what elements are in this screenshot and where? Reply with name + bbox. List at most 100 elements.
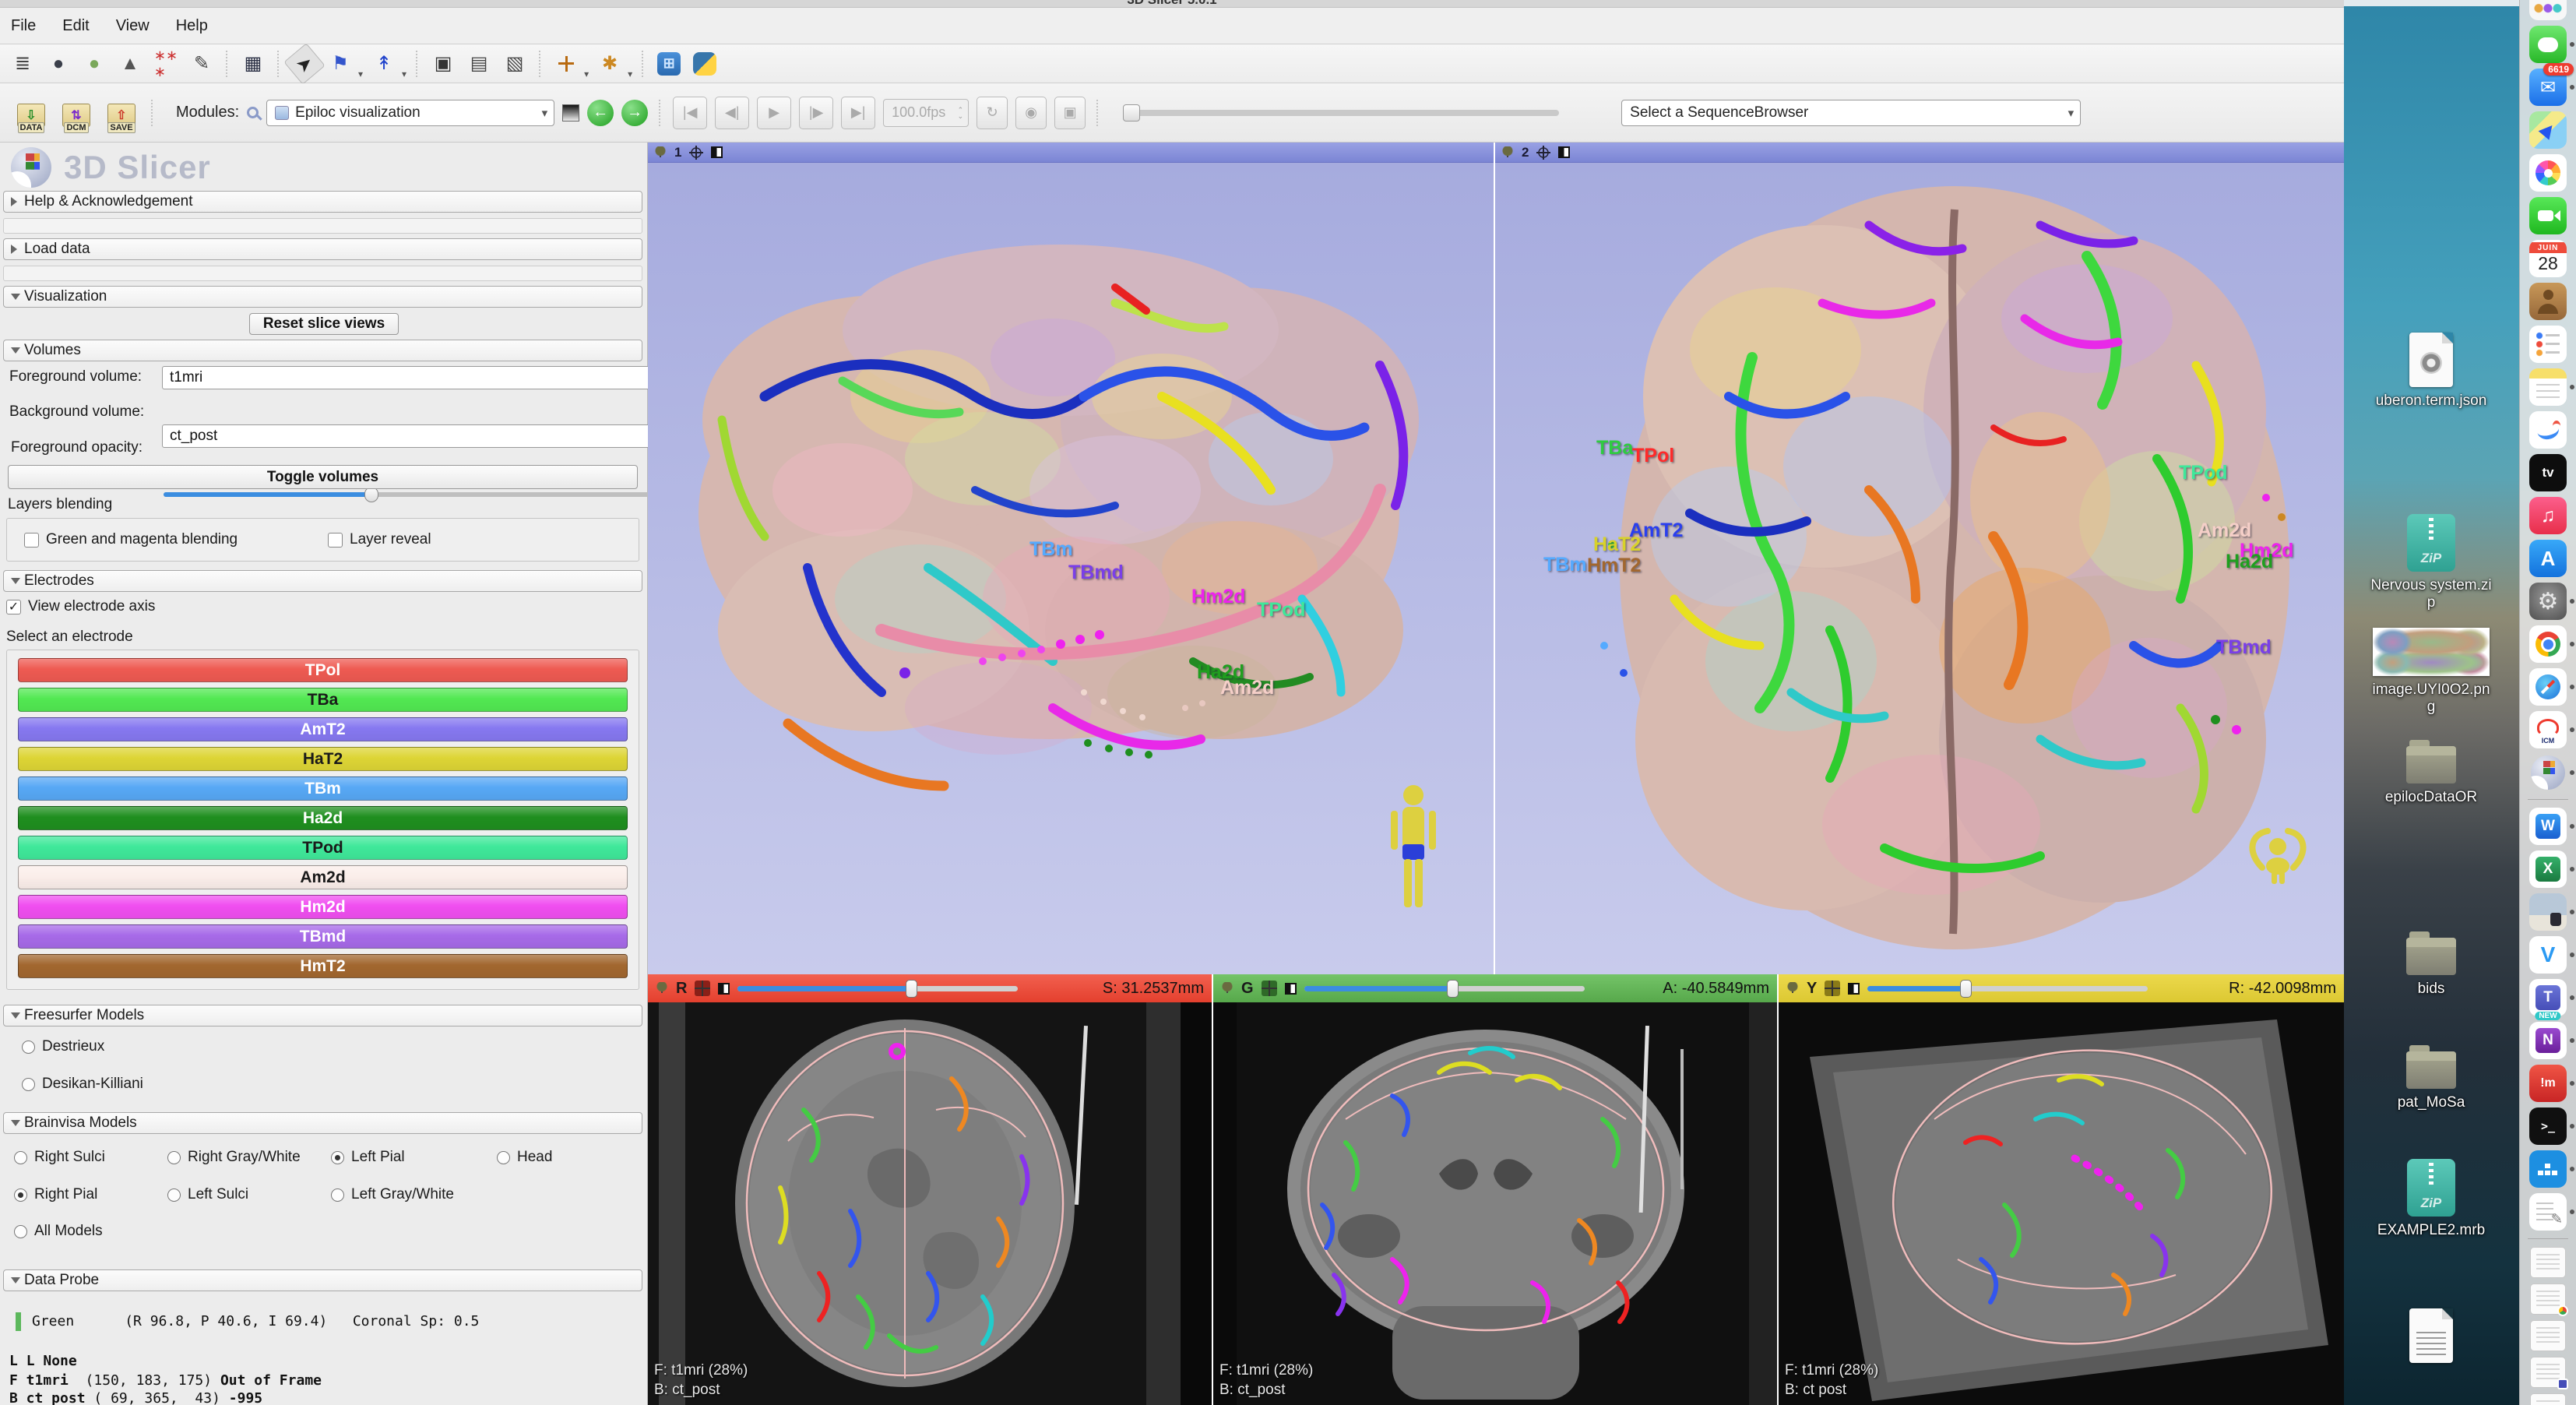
desktop-file-uberon-json[interactable]: uberon.term.json (2365, 333, 2497, 410)
textedit-icon[interactable]: ✎ (2529, 1193, 2567, 1231)
extensions-star-icon[interactable]: ✱ (595, 49, 625, 79)
dropdown-caret[interactable]: ▾ (358, 69, 363, 83)
seq-loop-button[interactable]: ↻ (977, 97, 1008, 129)
electrode-button-TBmd[interactable]: TBmd (18, 924, 628, 949)
seq-prev-frame-button[interactable]: ◀| (715, 97, 749, 129)
chrome-icon[interactable] (2529, 625, 2567, 663)
section-volumes[interactable]: Volumes (3, 340, 642, 361)
radio-destrieux[interactable]: Destrieux (22, 1038, 104, 1055)
radio-left-sulci[interactable]: Left Sulci (167, 1186, 248, 1203)
green-slice-slider[interactable] (1304, 986, 1585, 991)
launchpad-icon[interactable] (2529, 0, 2567, 20)
view1-canvas[interactable]: TBm TBmd Hm2d TPod Ha2d Am2d (648, 163, 1494, 974)
maximize-view-icon[interactable] (1285, 983, 1297, 995)
reminders-icon[interactable] (2529, 326, 2567, 363)
radio-head[interactable]: Head (497, 1149, 552, 1166)
pin-icon[interactable] (1221, 982, 1233, 995)
red-slice-image[interactable]: F: t1mri (28%) B: ct_post (648, 1002, 1212, 1405)
section-brainvisa-models[interactable]: Brainvisa Models (3, 1112, 642, 1134)
electrode-button-HaT2[interactable]: HaT2 (18, 747, 628, 771)
desktop-file-image-png[interactable]: image.UYI0O2.png (2365, 628, 2497, 716)
dropdown-caret[interactable]: ▾ (584, 69, 589, 83)
slicer-dock-icon[interactable] (2529, 754, 2567, 791)
green-magenta-checkbox[interactable] (24, 533, 39, 548)
layout-selector-icon[interactable]: ▦ (238, 49, 268, 79)
scene-hierarchy-icon[interactable]: ≣ (8, 49, 37, 79)
sequence-slider-handle[interactable] (1123, 104, 1140, 121)
slice-model-icon[interactable] (695, 981, 710, 996)
electrode-button-HmT2[interactable]: HmT2 (18, 954, 628, 978)
seq-next-frame-button[interactable]: |▶ (799, 97, 833, 129)
fiducial-markers-icon[interactable]: ∗∗∗ (151, 49, 181, 79)
maximize-view-icon[interactable] (711, 146, 723, 158)
contacts-icon[interactable] (2529, 283, 2567, 320)
toggle-volumes-button[interactable]: Toggle volumes (8, 465, 638, 489)
section-freesurfer-models[interactable]: Freesurfer Models (3, 1005, 642, 1026)
section-visualization[interactable]: Visualization (3, 286, 642, 308)
desktop-file-example2-mrb[interactable]: EXAMPLE2.mrb (2365, 1159, 2497, 1239)
dicom-button[interactable]: ⇅DCM (58, 93, 95, 133)
mouse-mode-cursor-icon[interactable]: ➤ (283, 43, 326, 85)
yellow-slice-image[interactable]: F: t1mri (28%) B: ct post (1779, 1002, 2344, 1405)
electrode-button-TBm[interactable]: TBm (18, 776, 628, 801)
mesh-model-icon[interactable]: ▲ (115, 49, 145, 79)
slice-model-icon[interactable] (1262, 981, 1277, 996)
preview-photo-icon[interactable] (2529, 893, 2567, 931)
crosshair-icon[interactable] (551, 49, 581, 79)
threed-view-2[interactable]: 2 (1495, 143, 2344, 974)
pin-icon[interactable] (656, 982, 668, 995)
yellow-slice-slider[interactable] (1867, 986, 2148, 991)
seq-first-frame-button[interactable]: |◀ (673, 97, 707, 129)
word-icon[interactable]: W (2529, 808, 2567, 845)
slice-model-icon[interactable] (1825, 981, 1840, 996)
slice-view-yellow[interactable]: Y R: -42.0098mm (1779, 974, 2344, 1405)
app-store-icon[interactable]: A (2529, 540, 2567, 577)
red-slice-slider[interactable] (737, 986, 1018, 991)
calendar-icon[interactable]: JUIN28 (2529, 240, 2567, 277)
layer-reveal-checkbox-row[interactable]: Layer reveal (328, 531, 431, 548)
docker-icon[interactable] (2529, 1150, 2567, 1188)
mattermost-icon[interactable]: !m (2529, 1065, 2567, 1102)
maximize-view-icon[interactable] (1848, 983, 1860, 995)
module-history-icon[interactable] (562, 104, 579, 121)
radio-all-models[interactable]: All Models (14, 1223, 103, 1240)
electrode-button-Ha2d[interactable]: Ha2d (18, 806, 628, 830)
electrode-button-TPol[interactable]: TPol (18, 658, 628, 682)
slice-view-red[interactable]: R S: 31.2537mm (648, 974, 1212, 1405)
crosshair-icon[interactable] (689, 146, 703, 160)
sequence-browser-combobox[interactable]: Select a SequenceBrowser (1621, 100, 2081, 126)
dropdown-caret[interactable]: ▾ (628, 69, 632, 83)
excel-icon[interactable]: X (2529, 850, 2567, 888)
green-slice-image[interactable]: F: t1mri (28%) B: ct_post (1213, 1002, 1777, 1405)
notes-icon[interactable] (2529, 368, 2567, 406)
opacity-slider-handle[interactable] (364, 487, 378, 502)
sequence-slider[interactable] (1123, 110, 1559, 116)
layer-reveal-checkbox[interactable] (328, 533, 343, 548)
module-back-button[interactable]: ← (587, 100, 614, 126)
document-thumbnail[interactable] (2530, 1247, 2566, 1278)
menu-view[interactable]: View (116, 17, 150, 35)
dark-sphere-icon[interactable]: ● (44, 49, 73, 79)
freeform-icon[interactable] (2529, 411, 2567, 449)
menu-help[interactable]: Help (176, 17, 208, 35)
fps-spinbox[interactable]: 100.0fps (883, 99, 969, 127)
crosshair-icon[interactable] (1536, 146, 1550, 160)
facetime-icon[interactable] (2529, 197, 2567, 234)
module-search-icon[interactable] (247, 107, 259, 118)
desktop-folder-bids[interactable]: bids (2365, 928, 2497, 998)
screenshot-icon[interactable]: ▣ (428, 49, 458, 79)
save-button[interactable]: ⇧SAVE (103, 93, 140, 133)
view-electrode-axis-checkbox[interactable]: ✓ (6, 600, 21, 614)
module-forward-button[interactable]: → (621, 100, 648, 126)
module-selector-combobox[interactable]: Epiloc visualization (266, 100, 554, 126)
window-titlebar[interactable]: 3D Slicer 5.0.1 (0, 0, 2344, 8)
section-electrodes[interactable]: Electrodes (3, 570, 642, 592)
paint-tool-icon[interactable]: ✎ (187, 49, 216, 79)
slice-view-green[interactable]: G A: -40.5849mm (1213, 974, 1777, 1405)
system-settings-icon[interactable]: ⚙ (2529, 583, 2567, 620)
desktop-folder-pat-mosa[interactable]: pat_MoSa (2365, 1042, 2497, 1111)
desktop-file-document[interactable] (2365, 1308, 2497, 1368)
electrode-button-TBa[interactable]: TBa (18, 688, 628, 712)
document-thumbnail[interactable] (2530, 1393, 2566, 1405)
electrode-button-Am2d[interactable]: Am2d (18, 865, 628, 889)
